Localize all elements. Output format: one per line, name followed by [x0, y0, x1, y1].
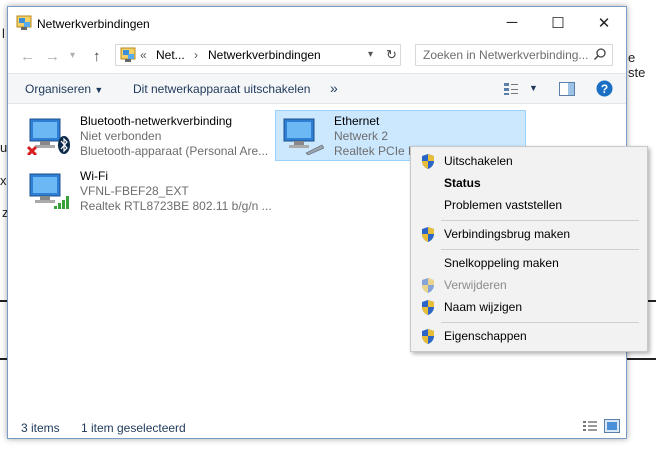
breadcrumb-arrow-icon[interactable]: › [194, 48, 198, 62]
context-menu: Uitschakelen Status Problemen vaststelle… [410, 146, 648, 352]
menu-separator [441, 249, 639, 250]
wifi-adapter-icon [29, 173, 69, 209]
address-dropdown-chevron-icon[interactable]: ▾ [368, 49, 373, 60]
search-icon[interactable] [593, 47, 607, 61]
uac-shield-icon [422, 300, 434, 315]
menu-item-status[interactable]: Status [411, 173, 647, 194]
help-icon[interactable]: ? [596, 80, 613, 97]
network-connections-icon [16, 15, 32, 30]
menu-item-bridge[interactable]: Verbindingsbrug maken [411, 224, 647, 245]
item-name: Bluetooth-netwerkverbinding [80, 114, 233, 128]
svg-text:?: ? [601, 82, 608, 96]
close-button[interactable]: ✕ [581, 7, 627, 38]
forward-arrow-icon[interactable]: → [45, 48, 60, 65]
title-bar[interactable]: Netwerkverbindingen ─ ☐ ✕ [8, 7, 626, 40]
uac-shield-icon [422, 227, 434, 242]
preview-pane-icon[interactable] [559, 82, 575, 96]
address-bar[interactable]: « Net... › Netwerkverbindingen ▾ ↻ [115, 44, 401, 66]
details-view-icon[interactable] [582, 419, 598, 433]
view-options-chevron-icon[interactable]: ▼ [529, 83, 538, 93]
background-text-fragment: x [0, 173, 7, 188]
menu-item-properties[interactable]: Eigenschappen [411, 326, 647, 347]
breadcrumb-segment[interactable]: Net... [156, 48, 185, 62]
chevron-down-icon: ▼ [94, 85, 104, 95]
menu-separator [441, 220, 639, 221]
menu-item-rename[interactable]: Naam wijzigen [411, 297, 647, 318]
large-icons-view-icon[interactable] [604, 419, 620, 433]
more-commands-button[interactable]: » [330, 80, 338, 96]
disable-device-button[interactable]: Dit netwerkapparaat uitschakelen [133, 82, 310, 96]
ethernet-adapter-icon [283, 118, 324, 155]
minimize-button[interactable]: ─ [489, 7, 535, 38]
item-name: Ethernet [334, 114, 380, 128]
item-device: Bluetooth-apparaat (Personal Are... [80, 144, 269, 158]
search-placeholder: Zoeken in Netwerkverbinding... [423, 48, 589, 62]
uac-shield-icon [422, 329, 434, 344]
network-adapter-icon [26, 118, 70, 155]
item-device: Realtek RTL8723BE 802.11 b/g/n ... [80, 199, 272, 213]
search-input[interactable]: Zoeken in Netwerkverbinding... [415, 44, 613, 66]
uac-shield-icon [422, 278, 434, 293]
organize-button[interactable]: Organiseren ▼ [25, 82, 103, 96]
breadcrumb-segment[interactable]: Netwerkverbindingen [208, 48, 321, 62]
status-selection: 1 item geselecteerd [81, 421, 186, 435]
item-status: VFNL-FBEF28_EXT [80, 184, 189, 198]
item-name: Wi-Fi [80, 169, 108, 183]
refresh-icon[interactable]: ↻ [386, 47, 397, 63]
network-connections-icon [120, 47, 136, 62]
command-bar: Organiseren ▼ Dit netwerkapparaat uitsch… [8, 73, 626, 104]
menu-item-disable[interactable]: Uitschakelen [411, 151, 647, 172]
menu-item-shortcut[interactable]: Snelkoppeling maken [411, 253, 647, 274]
recent-locations-chevron-icon[interactable]: ▾ [70, 50, 75, 61]
network-item-bluetooth[interactable]: Bluetooth-netwerkverbinding Niet verbond… [22, 111, 274, 159]
menu-item-delete[interactable]: Verwijderen [411, 275, 647, 296]
uac-shield-icon [422, 154, 434, 169]
maximize-button[interactable]: ☐ [535, 7, 581, 38]
item-status: Niet verbonden [80, 129, 162, 143]
up-arrow-icon[interactable]: ↑ [93, 48, 101, 65]
breadcrumb-overflow[interactable]: « [140, 48, 147, 62]
back-arrow-icon[interactable]: ← [20, 48, 35, 65]
status-item-count: 3 items [21, 421, 60, 435]
network-item-wifi[interactable]: Wi-Fi VFNL-FBEF28_EXT Realtek RTL8723BE … [22, 166, 274, 214]
window-title: Netwerkverbindingen [37, 17, 150, 31]
background-text-fragment: l [2, 26, 5, 41]
change-view-icon[interactable] [503, 82, 519, 96]
menu-separator [441, 322, 639, 323]
background-text-fragment: e ste [628, 50, 646, 80]
item-status: Netwerk 2 [334, 129, 389, 143]
background-line [627, 358, 656, 360]
menu-item-diagnose[interactable]: Problemen vaststellen [411, 195, 647, 216]
